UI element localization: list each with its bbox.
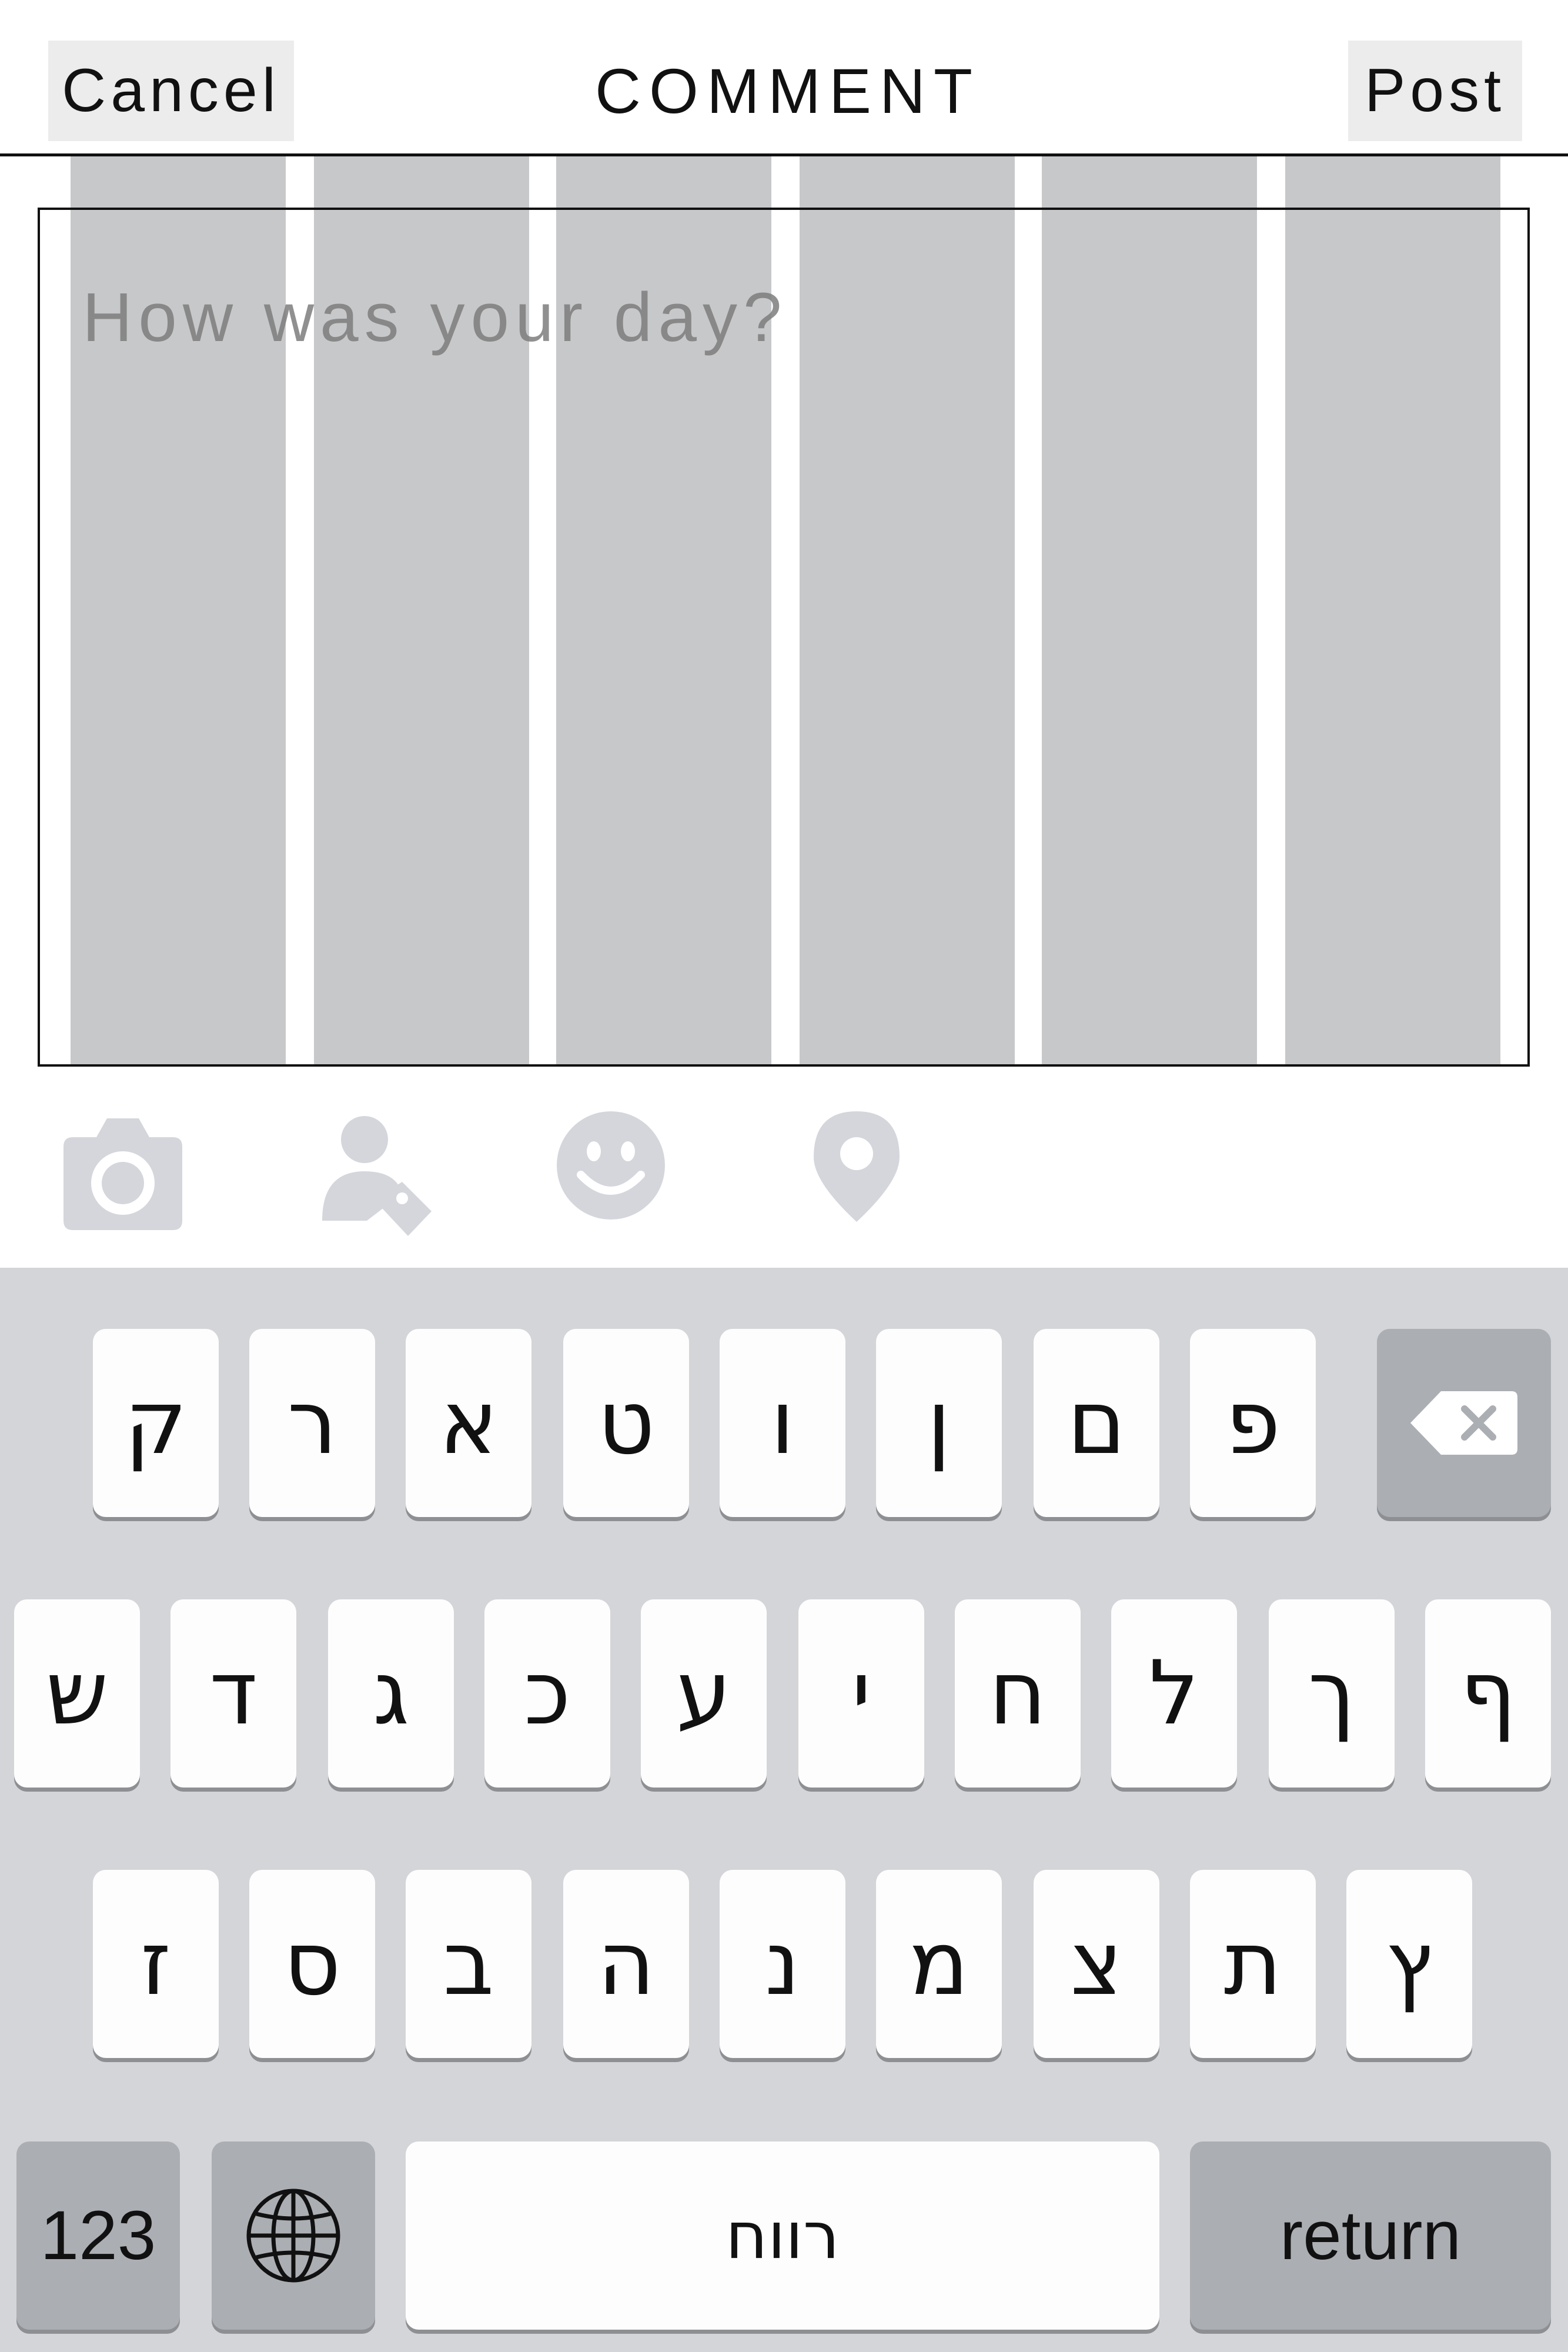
key[interactable]: ף: [1425, 1599, 1551, 1788]
backspace-icon: [1408, 1388, 1520, 1458]
key[interactable]: פ: [1190, 1329, 1316, 1517]
return-key[interactable]: return: [1190, 2141, 1551, 2330]
smiley-icon[interactable]: [543, 1105, 678, 1241]
backspace-key[interactable]: [1377, 1329, 1551, 1517]
key[interactable]: ע: [641, 1599, 767, 1788]
key[interactable]: ך: [1269, 1599, 1395, 1788]
key[interactable]: מ: [876, 1870, 1002, 2058]
key[interactable]: ד: [170, 1599, 296, 1788]
page-title: COMMENT: [595, 55, 981, 126]
key[interactable]: ק: [93, 1329, 219, 1517]
key[interactable]: י: [798, 1599, 924, 1788]
key[interactable]: ת: [1190, 1870, 1316, 2058]
key[interactable]: ן: [876, 1329, 1002, 1517]
key[interactable]: ט: [563, 1329, 689, 1517]
tag-person-icon[interactable]: [308, 1105, 443, 1241]
post-button[interactable]: Post: [1348, 41, 1522, 141]
key[interactable]: ש: [14, 1599, 140, 1788]
numbers-key[interactable]: 123: [16, 2141, 180, 2330]
key[interactable]: ז: [93, 1870, 219, 2058]
key[interactable]: נ: [720, 1870, 845, 2058]
key[interactable]: כ: [484, 1599, 610, 1788]
top-bar: Cancel COMMENT Post: [0, 0, 1568, 156]
key[interactable]: ב: [406, 1870, 531, 2058]
key[interactable]: ץ: [1346, 1870, 1472, 2058]
comment-input[interactable]: [82, 259, 1435, 376]
key[interactable]: ם: [1034, 1329, 1159, 1517]
space-key[interactable]: רווח: [406, 2141, 1159, 2330]
globe-icon: [243, 2186, 343, 2286]
key[interactable]: צ: [1034, 1870, 1159, 2058]
camera-icon[interactable]: [55, 1105, 190, 1241]
location-pin-icon[interactable]: [789, 1105, 924, 1241]
key[interactable]: ו: [720, 1329, 845, 1517]
key[interactable]: א: [406, 1329, 531, 1517]
key[interactable]: ה: [563, 1870, 689, 2058]
cancel-button[interactable]: Cancel: [48, 41, 294, 141]
globe-key[interactable]: [212, 2141, 375, 2330]
key[interactable]: ל: [1111, 1599, 1237, 1788]
key[interactable]: ח: [955, 1599, 1081, 1788]
key[interactable]: ר: [249, 1329, 375, 1517]
key[interactable]: ס: [249, 1870, 375, 2058]
key[interactable]: ג: [328, 1599, 454, 1788]
